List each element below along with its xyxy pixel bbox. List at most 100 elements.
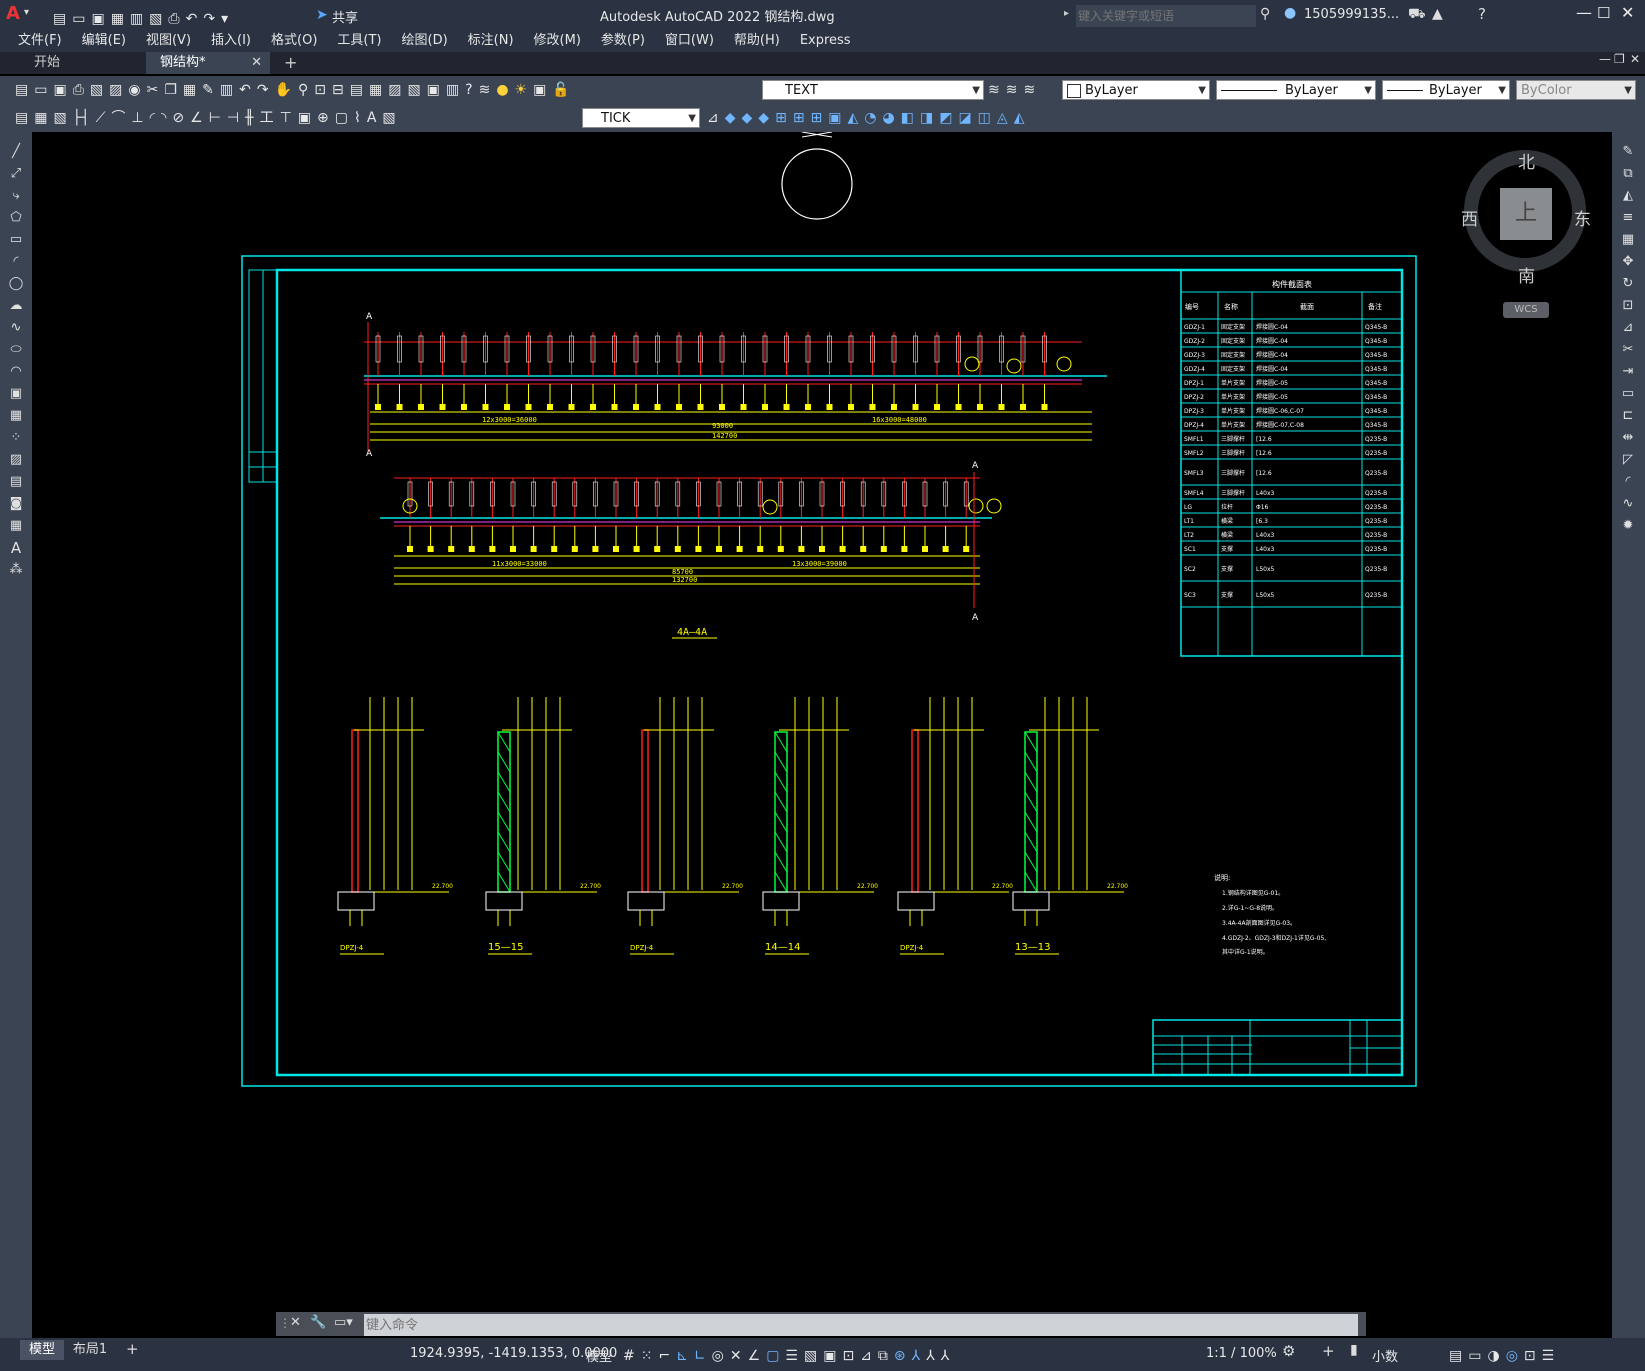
subtract-icon[interactable]: ◩	[939, 110, 952, 126]
fillet-icon[interactable]: ◜	[1620, 474, 1636, 490]
close-icon[interactable]: ✕	[1621, 3, 1634, 22]
dim-break-icon[interactable]: ⊤	[280, 110, 292, 126]
dimstyle-dropdown[interactable]: TICK ▼	[582, 108, 700, 128]
user-name[interactable]: 1505999135...	[1304, 7, 1399, 22]
zoom-prev-icon[interactable]: ⊟	[332, 82, 344, 98]
viewcube-top-face[interactable]: 上	[1500, 188, 1552, 240]
sheet-set-icon[interactable]: ▧	[407, 82, 420, 98]
line-icon[interactable]: ╱	[8, 144, 24, 160]
clean-screen-icon[interactable]: ⊡	[1524, 1348, 1536, 1364]
revcloud-icon[interactable]: ☁	[8, 298, 24, 314]
drawing-canvas[interactable]: 12x3000=36000 93000 16x3000=48000 142700…	[32, 131, 1612, 1312]
new-icon[interactable]: ▤	[15, 82, 28, 98]
3d-osnap-icon[interactable]: ⊡	[842, 1348, 854, 1364]
help-icon[interactable]: ?	[1478, 5, 1486, 23]
layout-tab-1[interactable]: 布局1	[66, 1340, 114, 1360]
layout-tab-model[interactable]: 模型	[20, 1340, 64, 1360]
osnap-icon[interactable]: ∠	[748, 1348, 761, 1364]
dyn-ucs-icon[interactable]: ⊿	[860, 1348, 872, 1364]
properties-icon[interactable]: ▤	[350, 82, 363, 98]
break-point-icon[interactable]: ⊏	[1620, 408, 1636, 424]
menu-item[interactable]: Express	[790, 30, 861, 52]
pan-icon[interactable]: ✋	[275, 82, 292, 98]
stretch-icon[interactable]: ⊿	[1620, 320, 1636, 336]
share-button[interactable]: 共享	[332, 7, 358, 26]
menu-item[interactable]: 编辑(E)	[72, 30, 136, 52]
dimstyle-icon[interactable]: ⊿	[707, 110, 719, 126]
scale-icon[interactable]: ⊡	[1620, 298, 1636, 314]
trim-icon[interactable]: ✂	[1620, 342, 1636, 358]
blend-icon[interactable]: ∿	[1620, 496, 1636, 512]
import-icon[interactable]: ▧	[149, 11, 162, 27]
selection-filter-icon[interactable]: ⧉	[878, 1348, 888, 1364]
share-icon[interactable]: ➤	[316, 7, 328, 23]
add-layout-icon[interactable]: +	[126, 1340, 139, 1358]
app-menu-arrow-icon[interactable]: ▾	[24, 7, 29, 18]
wcs-menu[interactable]: WCS	[1503, 302, 1549, 318]
layer-previous-icon[interactable]: ≋	[1006, 82, 1018, 98]
menu-item[interactable]: 格式(O)	[261, 30, 327, 52]
dim-tools2-icon[interactable]: ▧	[53, 110, 66, 126]
layer-match-icon[interactable]: ≋	[1023, 82, 1035, 98]
extrude-icon[interactable]: ◭	[848, 110, 859, 126]
menu-item[interactable]: 视图(V)	[136, 30, 201, 52]
layer-manager-icon[interactable]: ≋	[479, 82, 491, 98]
intersect-icon[interactable]: ◪	[958, 110, 971, 126]
viewcube-north[interactable]: 北	[1518, 148, 1535, 173]
view3-icon[interactable]: ◆	[758, 110, 769, 126]
annotation-scale[interactable]: 1:1 / 100%	[1206, 1346, 1277, 1361]
snap-icon[interactable]: ⁙	[641, 1348, 653, 1364]
publish-icon[interactable]: ▨	[109, 82, 122, 98]
jog-linear-icon[interactable]: ⌇	[354, 110, 361, 126]
polygon-icon[interactable]: ⬠	[8, 210, 24, 226]
point-icon[interactable]: ⁘	[8, 430, 24, 446]
layer-dropdown[interactable]: TEXT ▼	[762, 80, 984, 100]
saveas-icon[interactable]: ▦	[111, 11, 124, 27]
aligned-dim-icon[interactable]: ⟋	[96, 110, 106, 126]
make-current-icon[interactable]: ≋	[988, 82, 1000, 98]
more-icon[interactable]: ▾	[221, 11, 228, 27]
workspace-gear-icon[interactable]: ⚙	[1282, 1342, 1295, 1360]
redo-icon[interactable]: ↷	[257, 82, 269, 98]
layer-lock-icon[interactable]: 🔓	[552, 82, 569, 98]
cart-icon[interactable]: ⛟	[1408, 6, 1426, 24]
new-tab-icon[interactable]: +	[284, 53, 297, 72]
tab-start[interactable]: 开始	[20, 52, 146, 74]
recent-commands-icon[interactable]: ▭▾	[334, 1315, 353, 1330]
auto-scale-icon[interactable]: ⅄	[926, 1348, 935, 1364]
polar-icon[interactable]: ∟	[694, 1348, 706, 1364]
new-icon[interactable]: ▤	[53, 11, 66, 27]
lineweight-icon[interactable]: ☰	[785, 1348, 798, 1364]
ucs2-icon[interactable]: ⊞	[793, 110, 805, 126]
app-logo[interactable]: A	[6, 3, 20, 24]
table-icon[interactable]: ▦	[8, 518, 24, 534]
spline-icon[interactable]: ∿	[8, 320, 24, 336]
linetype-dropdown[interactable]: ByLayer ▼	[1216, 80, 1376, 100]
annotation-scale-icon[interactable]: ⅄	[941, 1348, 950, 1364]
maximize-icon[interactable]: ☐	[1597, 4, 1610, 22]
doc-restore-icon[interactable]: ❐	[1614, 52, 1625, 66]
user-icon[interactable]: ●	[1284, 5, 1296, 21]
graphics-perf-icon[interactable]: ◎	[1506, 1348, 1518, 1364]
search-input[interactable]	[1076, 5, 1256, 27]
grid-icon[interactable]: #	[623, 1348, 635, 1364]
transparency-icon[interactable]: ▧	[804, 1348, 817, 1364]
autodesk-app-icon[interactable]: ▲	[1432, 6, 1443, 22]
2d-osnap-icon[interactable]: ▢	[766, 1348, 779, 1364]
save-icon[interactable]: ▣	[91, 11, 104, 27]
shell-icon[interactable]: ◬	[997, 110, 1008, 126]
tool-palettes-icon[interactable]: ▨	[388, 82, 401, 98]
layer-vp-icon[interactable]: ▣	[533, 82, 546, 98]
print-icon[interactable]: ⎙	[73, 82, 84, 98]
search-icon[interactable]: ⚲	[1260, 6, 1270, 22]
dim-edit-icon[interactable]: A	[367, 110, 377, 126]
ucs3-icon[interactable]: ⊞	[811, 110, 823, 126]
rotate-icon[interactable]: ↻	[1620, 276, 1636, 292]
rectangle-icon[interactable]: ▭	[8, 232, 24, 248]
baseline-icon[interactable]: ⊣	[227, 110, 239, 126]
undo-icon[interactable]: ↶	[186, 11, 198, 27]
dim-text-edit-icon[interactable]: ▧	[382, 110, 395, 126]
doc-close-icon[interactable]: ✕	[1630, 52, 1640, 66]
lock-ui-icon[interactable]: ▭	[1468, 1348, 1481, 1364]
redo-icon[interactable]: ↷	[203, 11, 215, 27]
